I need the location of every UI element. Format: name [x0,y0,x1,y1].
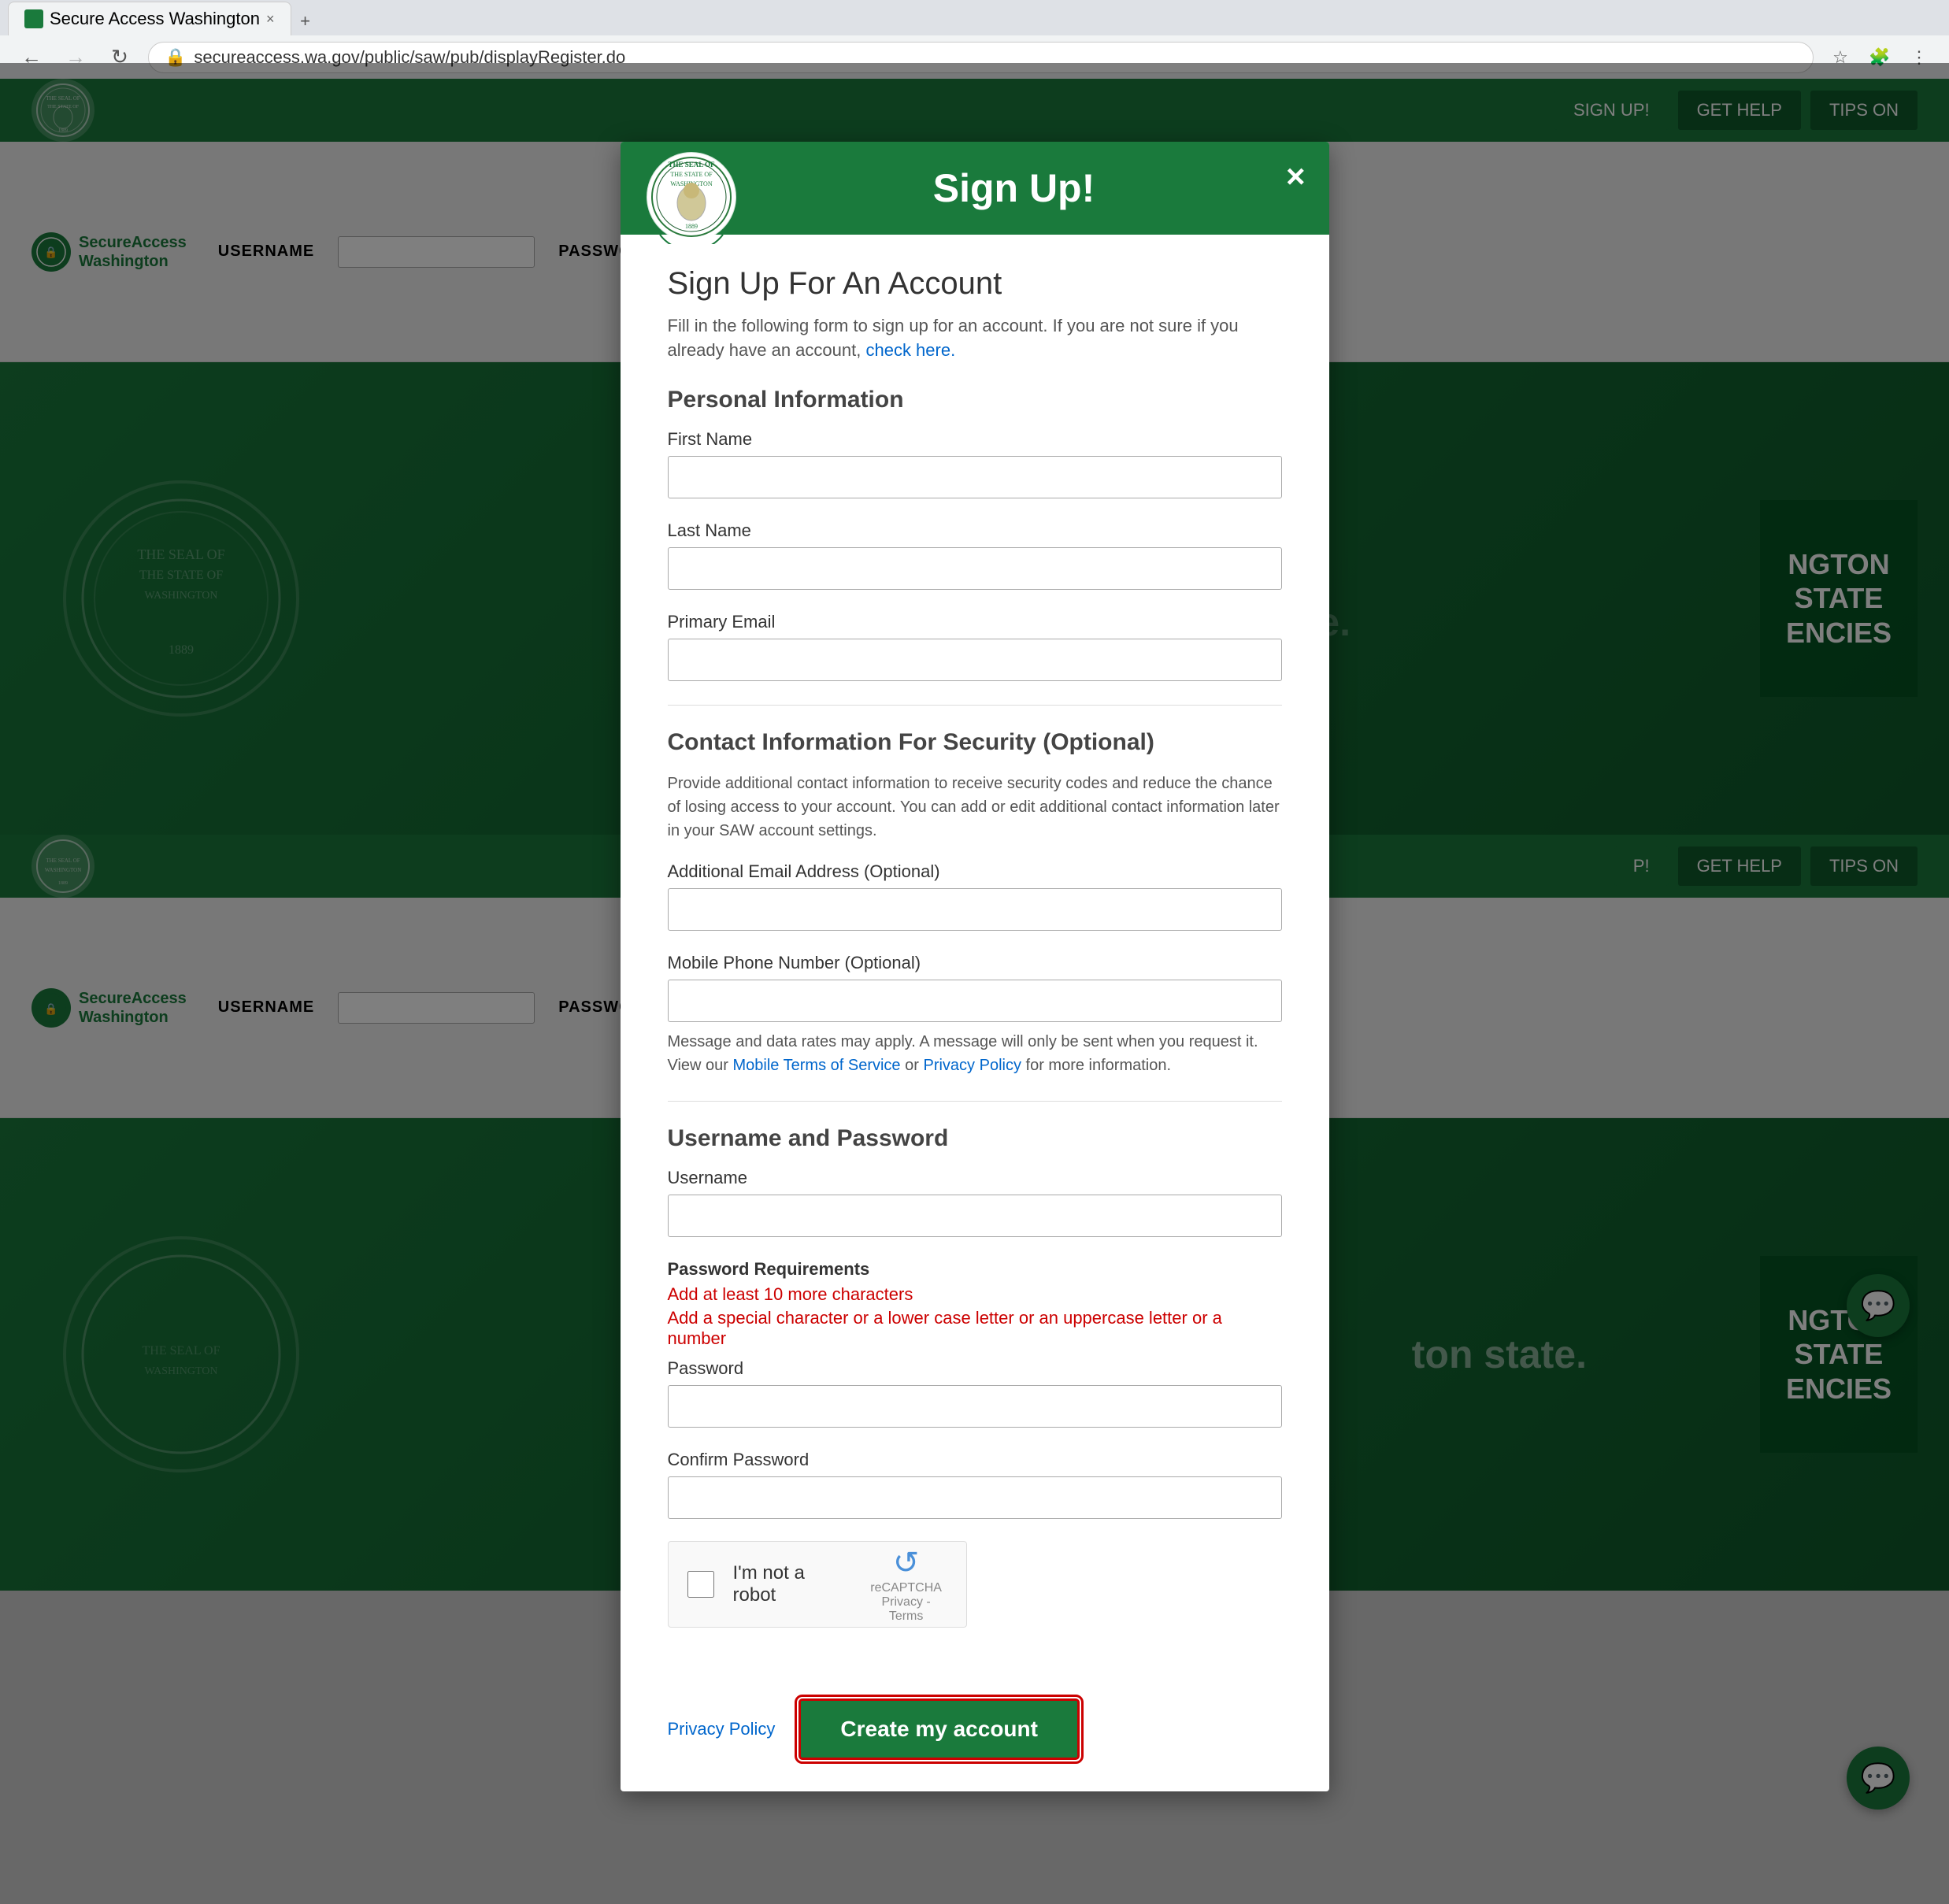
modal-title: Sign Up! [854,165,1095,211]
additional-email-group: Additional Email Address (Optional) [668,861,1282,931]
req-item-1: Add at least 10 more characters [668,1284,1282,1305]
mobile-phone-input[interactable] [668,980,1282,1022]
additional-email-label: Additional Email Address (Optional) [668,861,1282,882]
new-tab-btn[interactable]: + [291,7,320,35]
confirm-password-group: Confirm Password [668,1450,1282,1519]
last-name-label: Last Name [668,520,1282,541]
tab-bar: Secure Access Washington × + [0,0,1949,35]
modal-close-btn[interactable]: × [1286,157,1306,195]
first-name-input[interactable] [668,456,1282,498]
last-name-input[interactable] [668,547,1282,590]
privacy-link[interactable]: Privacy Policy [668,1719,776,1739]
modal-seal: THE SEAL OF THE STATE OF WASHINGTON 1889 [644,150,739,244]
section-divider-2 [668,1101,1282,1102]
modal-subtitle: Fill in the following form to sign up fo… [668,314,1282,363]
primary-email-label: Primary Email [668,612,1282,632]
req-item-2: Add a special character or a lower case … [668,1308,1282,1349]
mobile-phone-group: Mobile Phone Number (Optional) Message a… [668,953,1282,1077]
section-divider-1 [668,705,1282,706]
captcha-sub-text: Privacy - Terms [865,1595,947,1624]
tab-close-btn[interactable]: × [266,11,275,28]
first-name-label: First Name [668,429,1282,450]
modal-header: THE SEAL OF THE STATE OF WASHINGTON 1889… [621,142,1329,235]
primary-email-group: Primary Email [668,612,1282,681]
svg-text:1889: 1889 [685,223,698,230]
captcha-symbol: ↺ [865,1545,947,1581]
confirm-password-input[interactable] [668,1476,1282,1519]
password-group: Password [668,1358,1282,1428]
mobile-note-end: for more information. [1026,1057,1172,1074]
req-title: Password Requirements [668,1259,1282,1280]
check-here-link[interactable]: check here. [865,340,955,360]
password-label: Password [668,1358,1282,1379]
tab-title: Secure Access Washington [50,9,260,29]
additional-email-input[interactable] [668,888,1282,931]
username-input[interactable] [668,1195,1282,1237]
captcha-logo: ↺ reCAPTCHA Privacy - Terms [865,1545,947,1624]
create-account-btn[interactable]: Create my account [798,1698,1080,1760]
modal-page-title: Sign Up For An Account [668,266,1282,302]
modal-body: Sign Up For An Account Fill in the follo… [621,235,1329,1683]
personal-info-title: Personal Information [668,387,1282,413]
last-name-group: Last Name [668,520,1282,590]
captcha-checkbox[interactable] [687,1570,714,1598]
mobile-phone-label: Mobile Phone Number (Optional) [668,953,1282,973]
first-name-group: First Name [668,429,1282,498]
username-label: Username [668,1168,1282,1188]
password-requirements: Password Requirements Add at least 10 mo… [668,1259,1282,1349]
confirm-password-label: Confirm Password [668,1450,1282,1470]
svg-text:THE STATE OF: THE STATE OF [670,171,713,178]
modal-footer: Privacy Policy Create my account [621,1683,1329,1791]
signup-modal: THE SEAL OF THE STATE OF WASHINGTON 1889… [621,142,1329,1791]
mobile-terms-link[interactable]: Mobile Terms of Service [733,1057,901,1074]
active-tab[interactable]: Secure Access Washington × [8,2,291,35]
security-description: Provide additional contact information t… [668,772,1282,843]
username-group: Username [668,1168,1282,1237]
captcha-label: I'm not a robot [733,1562,847,1606]
svg-text:THE SEAL OF: THE SEAL OF [668,161,715,169]
modal-overlay: THE SEAL OF THE STATE OF WASHINGTON 1889… [0,63,1949,1904]
tab-favicon [24,9,43,28]
privacy-policy-inline-link[interactable]: Privacy Policy [923,1057,1021,1074]
captcha-logo-text: reCAPTCHA [865,1581,947,1595]
contact-security-title: Contact Information For Security (Option… [668,729,1282,756]
or-text: or [905,1057,919,1074]
mobile-note: Message and data rates may apply. A mess… [668,1030,1282,1077]
username-password-title: Username and Password [668,1125,1282,1152]
password-input[interactable] [668,1385,1282,1428]
primary-email-input[interactable] [668,639,1282,681]
captcha-area[interactable]: I'm not a robot ↺ reCAPTCHA Privacy - Te… [668,1541,967,1628]
